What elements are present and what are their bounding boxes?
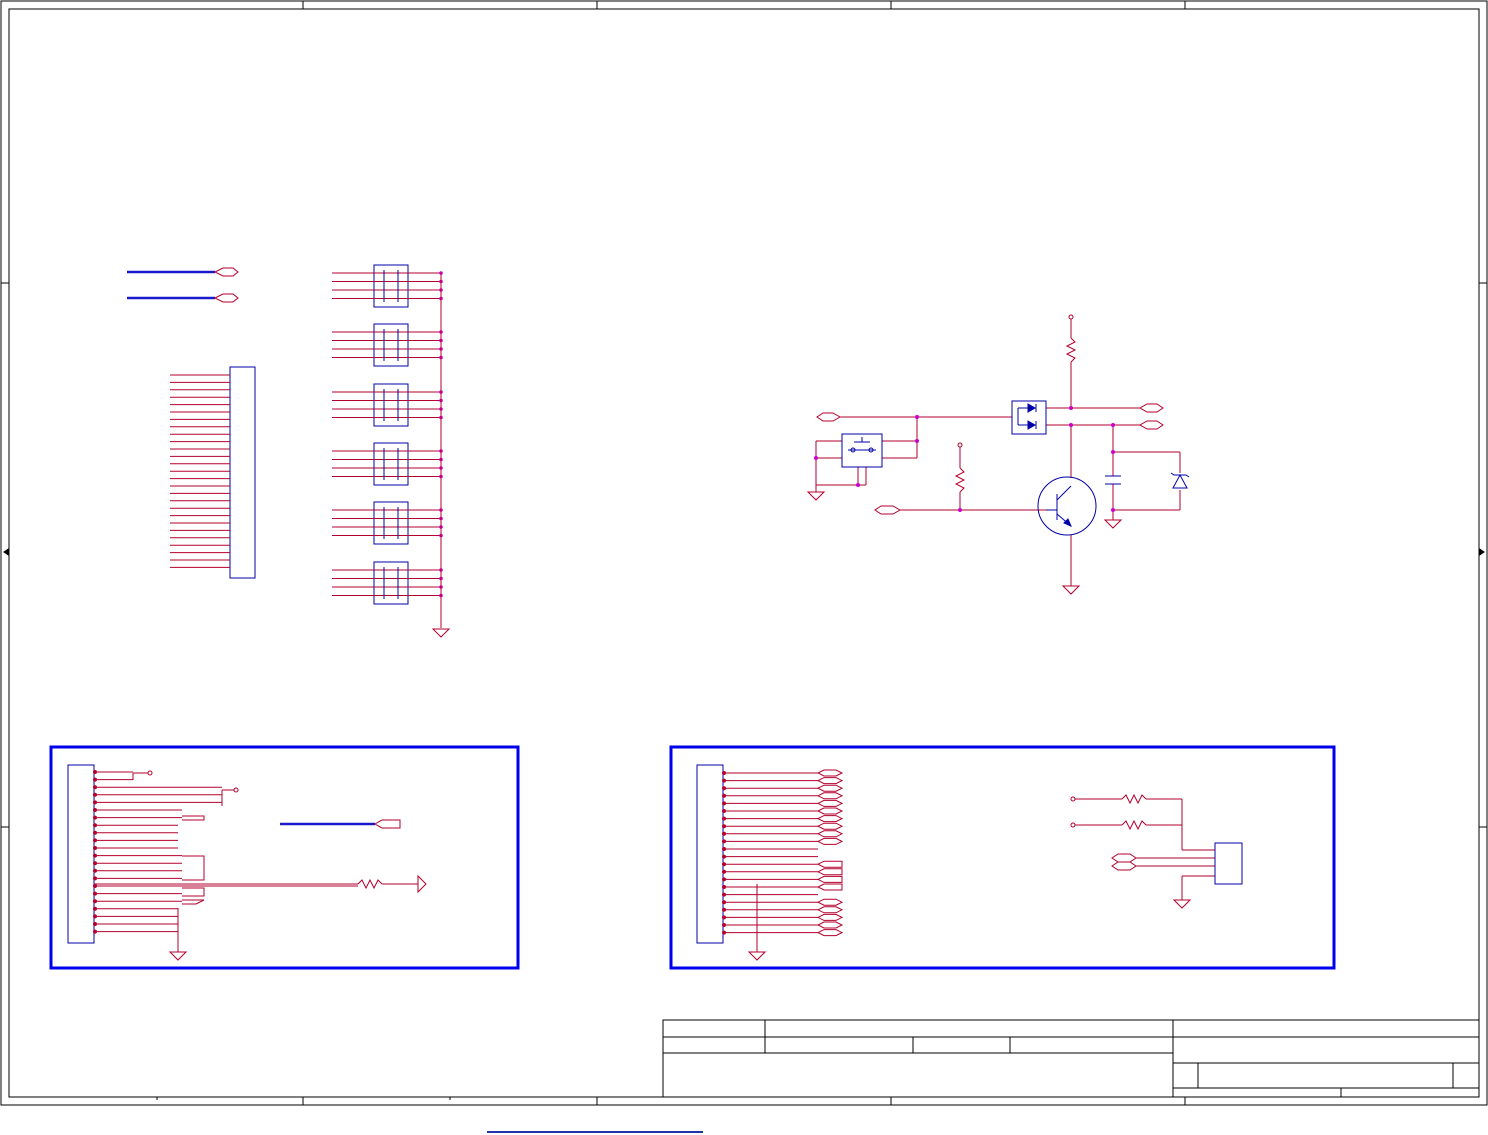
- pin-dot: [93, 891, 97, 896]
- frame-arrow-marks: [3, 548, 1485, 556]
- pin-dot: [722, 831, 726, 836]
- resistor-array: [373, 323, 409, 367]
- title-block: [156, 1019, 1480, 1100]
- pin-dot: [722, 862, 726, 867]
- net-port: [816, 799, 844, 807]
- pin-dot: [93, 899, 97, 904]
- pin-dot: [722, 824, 726, 829]
- transistor: [1037, 476, 1097, 536]
- driver-junctions: [814, 406, 1115, 512]
- net-port: [816, 868, 843, 876]
- pin-dot: [722, 892, 726, 897]
- net-port: [816, 792, 844, 800]
- net-port: [816, 830, 844, 838]
- pin-dot: [93, 906, 97, 911]
- pin-dot: [93, 884, 97, 888]
- ground-symbol: [1172, 899, 1192, 909]
- pin-dot: [93, 815, 97, 820]
- pin-dot: [722, 801, 726, 806]
- pin-dot: [722, 869, 726, 874]
- pin-dot: [93, 792, 97, 797]
- ground-symbol: [747, 951, 767, 961]
- pin-dot: [93, 876, 97, 881]
- net-port: [816, 875, 843, 883]
- footer-link-underline[interactable]: [487, 1131, 703, 1133]
- net-port: [816, 913, 844, 921]
- net-port: [816, 784, 844, 792]
- pin-dot: [722, 907, 726, 912]
- resistor-array: [373, 501, 409, 545]
- net-port: [816, 822, 844, 830]
- driver-components: [841, 400, 1190, 536]
- schematic-sheet: [0, 0, 1488, 1106]
- net-port: [816, 906, 844, 914]
- net-port: [816, 929, 844, 937]
- pin-dot: [93, 922, 97, 926]
- resistor-array: [373, 561, 409, 605]
- pin-dot: [93, 785, 97, 790]
- resistor-array-packs: [332, 264, 443, 628]
- pin-dot: [722, 923, 726, 927]
- diode-icon: [1027, 420, 1037, 430]
- pin-dot: [722, 930, 726, 935]
- pin-dot: [722, 900, 726, 905]
- pin-dot: [93, 800, 97, 805]
- pin-dot: [722, 839, 726, 844]
- resistor-array: [373, 383, 409, 427]
- pin-dot: [93, 770, 97, 774]
- pin-dot: [722, 816, 726, 821]
- pin-dot: [722, 771, 726, 775]
- pin-dot: [93, 929, 97, 934]
- pin-dot: [93, 823, 97, 828]
- pin-dot: [93, 830, 97, 835]
- ground-symbol: [431, 628, 451, 638]
- resistor-array: [373, 442, 409, 486]
- pin-dot: [722, 915, 726, 920]
- pin-dot: [722, 877, 726, 882]
- ground-symbol: [1061, 585, 1081, 595]
- bus-net-ports: [127, 267, 239, 303]
- net-port: [816, 807, 844, 815]
- net-port: [816, 883, 843, 891]
- ground-symbol: [1103, 519, 1123, 529]
- pin-dot: [93, 861, 97, 866]
- net-port: [816, 898, 844, 906]
- zener-diode: [1172, 473, 1188, 489]
- ground-symbol: [806, 491, 826, 501]
- net-port: [816, 769, 844, 777]
- net-port: [816, 860, 843, 868]
- resistor-array: [373, 264, 409, 308]
- net-port: [816, 815, 844, 823]
- net-port: [816, 837, 844, 845]
- pin-dot: [93, 868, 97, 873]
- pin-dot: [722, 778, 726, 783]
- pin-dot: [93, 846, 97, 850]
- net-port: [816, 921, 844, 929]
- resistor-icon: [1121, 793, 1147, 805]
- pin-dot: [722, 885, 726, 889]
- pin-dot: [93, 838, 97, 843]
- pin-dot: [722, 793, 726, 798]
- pin-dot: [722, 786, 726, 791]
- pin-dot: [93, 853, 97, 858]
- connector-block-1: [49, 745, 520, 970]
- connector-left: [170, 366, 256, 579]
- pin-dot: [93, 777, 97, 782]
- pullup-resistor: [1065, 337, 1077, 363]
- resistor-icon: [1121, 819, 1147, 831]
- pin-dot: [722, 847, 726, 851]
- pin-dot: [93, 808, 97, 812]
- base-pullup-resistor: [954, 467, 966, 493]
- connector-block-2: [669, 745, 1336, 970]
- ground-symbols: [168, 491, 1192, 961]
- diode-icon: [1027, 403, 1037, 413]
- resistor-icon: [357, 878, 383, 890]
- ground-symbol: [168, 951, 188, 961]
- net-port: [816, 777, 844, 785]
- pin-dot: [93, 914, 97, 919]
- pin-dot: [722, 809, 726, 813]
- rj45-connector: [1214, 842, 1243, 885]
- pin-dot: [722, 854, 726, 859]
